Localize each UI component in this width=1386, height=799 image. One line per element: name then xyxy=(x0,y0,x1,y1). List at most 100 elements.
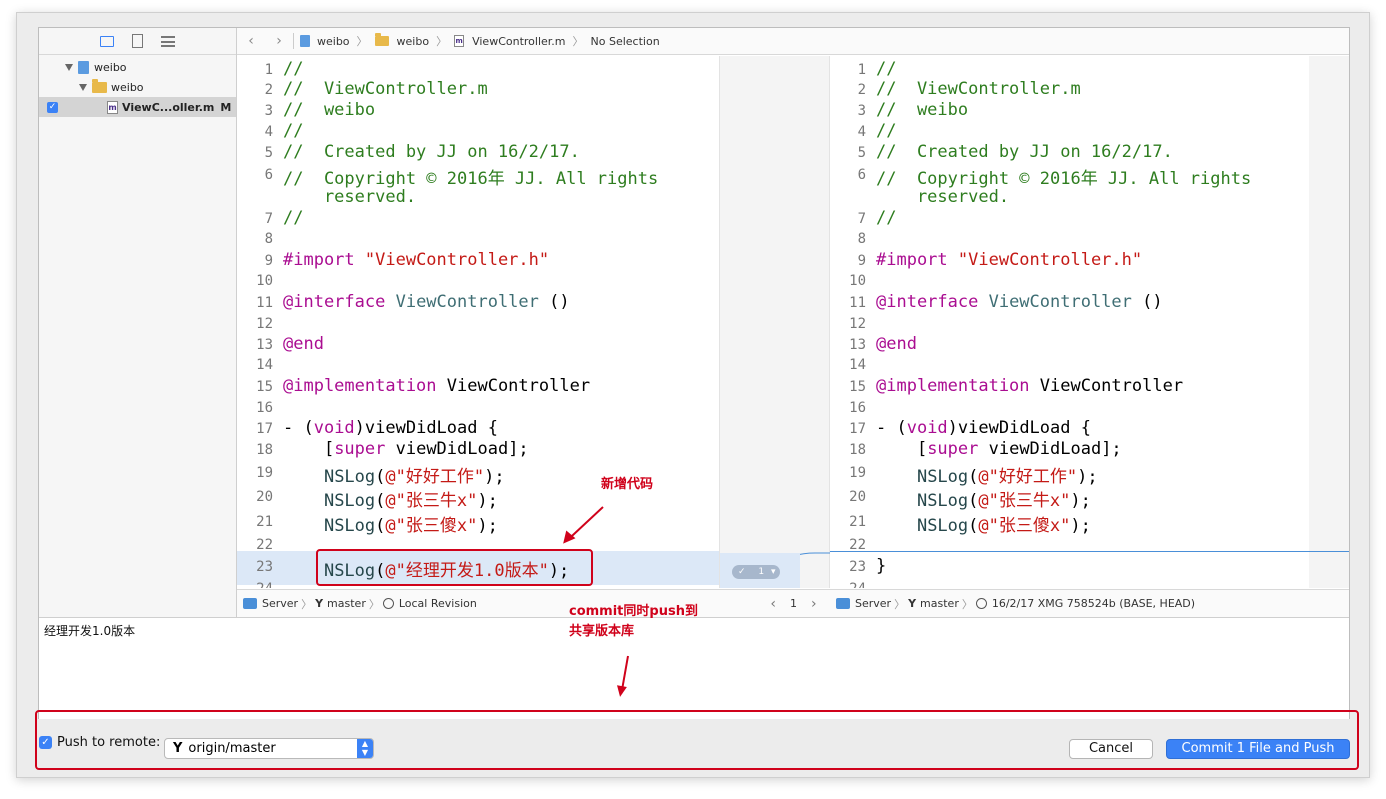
line-number: 15 xyxy=(256,379,273,395)
chevron-right-icon: 〉 xyxy=(572,35,584,48)
file-icon[interactable] xyxy=(132,34,143,48)
line-number: 17 xyxy=(256,421,273,437)
breadcrumb-item[interactable]: ViewController.m xyxy=(472,35,565,48)
line-number: 12 xyxy=(256,316,273,332)
chevron-right-icon: 〉 xyxy=(894,597,906,611)
navigator-toolbar xyxy=(39,28,236,55)
branch-icon: Y xyxy=(908,597,917,610)
server-label[interactable]: Server xyxy=(262,597,298,610)
revision-label[interactable]: 16/2/17 XMG 758524b (BASE, HEAD) xyxy=(992,597,1195,610)
folder-icon[interactable] xyxy=(100,35,114,47)
next-change-icon[interactable]: › xyxy=(811,596,817,612)
line-number: 10 xyxy=(849,273,866,289)
code-line: NSLog(@"张三傻x"); xyxy=(916,516,1091,536)
line-number: 9 xyxy=(264,253,273,269)
line-number: 3 xyxy=(264,103,273,119)
code-line: // xyxy=(876,208,897,228)
base-change-line xyxy=(830,551,1349,552)
project-icon xyxy=(78,60,89,74)
previous-change-icon[interactable]: ‹ xyxy=(770,596,776,612)
tree-item-folder[interactable]: weibo xyxy=(39,77,236,97)
line-number: 18 xyxy=(849,442,866,458)
code-line: NSLog(@"好好工作"); xyxy=(916,467,1098,487)
code-line: NSLog(@"张三傻x"); xyxy=(323,516,498,536)
code-line: // weibo xyxy=(283,100,376,120)
include-checkbox[interactable]: ✓ xyxy=(47,101,58,113)
change-navigator: ‹ 1 › xyxy=(757,589,830,617)
code-line: - (void)viewDidLoad { xyxy=(283,418,498,438)
breadcrumb-item[interactable]: weibo xyxy=(317,35,350,48)
line-number: 18 xyxy=(256,442,273,458)
diff-gutter: ✓ 1 ▾ xyxy=(719,56,831,588)
line-number: 23 xyxy=(256,559,273,575)
line-number: 14 xyxy=(849,357,866,373)
line-number: 10 xyxy=(256,273,273,289)
branch-icon: Y xyxy=(315,597,324,610)
code-line: reserved. xyxy=(283,187,417,207)
line-number: 16 xyxy=(256,400,273,416)
breadcrumb-item[interactable]: No Selection xyxy=(591,35,660,48)
tree-item-label: weibo xyxy=(94,60,127,74)
code-line: @interface ViewController () xyxy=(876,292,1163,312)
line-number: 11 xyxy=(849,295,866,311)
breadcrumb-item[interactable]: weibo xyxy=(397,35,430,48)
jump-bar: ‹ › weibo 〉 weibo 〉 m ViewController.m 〉… xyxy=(237,28,1349,55)
line-number: 15 xyxy=(849,379,866,395)
code-line: // xyxy=(283,59,304,79)
diff-toggle[interactable]: ✓ 1 ▾ xyxy=(732,565,780,579)
file-status-badge: M xyxy=(220,100,232,114)
line-number: 24 xyxy=(830,581,866,588)
line-number: 7 xyxy=(857,211,866,227)
line-number: 1 xyxy=(264,62,273,78)
base-revision-editor[interactable]: 1 // 2 // ViewController.m 3 // weibo 4 // 5 // C… xyxy=(830,56,1309,588)
line-number: 4 xyxy=(857,124,866,140)
code-line: // xyxy=(876,59,897,79)
commit-message-field[interactable]: 经理开发1.0版本 xyxy=(39,617,1349,719)
line-number: 17 xyxy=(849,421,866,437)
folder-icon xyxy=(92,78,107,93)
breadcrumb: weibo 〉 weibo 〉 m ViewController.m 〉 No … xyxy=(300,33,660,49)
code-line: // xyxy=(283,208,304,228)
forward-arrow-icon[interactable]: › xyxy=(265,33,293,49)
line-number: 8 xyxy=(857,231,866,247)
local-revision-editor[interactable]: 1 // 2 // ViewController.m 3 // weibo 4 // 5 // C… xyxy=(237,56,719,588)
line-number: 7 xyxy=(264,211,273,227)
back-arrow-icon[interactable]: ‹ xyxy=(237,33,265,49)
tree-item-file[interactable]: ✓ m ViewC...oller.m M xyxy=(39,97,236,117)
annotation-push-note: 共享版本库 xyxy=(569,624,635,639)
line-number: 6 xyxy=(264,167,273,183)
branch-label[interactable]: master xyxy=(920,597,959,610)
checkmark-icon: ✓ xyxy=(738,567,746,577)
revision-label[interactable]: Local Revision xyxy=(399,597,477,610)
disclosure-triangle-icon[interactable] xyxy=(65,63,73,71)
code-line: NSLog(@"张三牛x"); xyxy=(916,491,1091,511)
line-number: 24 xyxy=(237,581,273,588)
code-line: NSLog(@"张三牛x"); xyxy=(323,491,498,511)
tree-item-project[interactable]: weibo xyxy=(39,57,236,77)
line-number: 5 xyxy=(857,145,866,161)
code-line: @implementation ViewController xyxy=(283,376,591,396)
folder-icon xyxy=(374,33,389,46)
annotation-push-note: commit同时push到 xyxy=(569,604,698,619)
line-number: 22 xyxy=(256,537,273,553)
branch-label[interactable]: master xyxy=(327,597,366,610)
disclosure-triangle-icon[interactable] xyxy=(79,83,87,91)
line-number: 6 xyxy=(857,167,866,183)
diff-count: 1 xyxy=(758,567,765,577)
line-number: 21 xyxy=(256,514,273,530)
code-line: @implementation ViewController xyxy=(876,376,1184,396)
server-label[interactable]: Server xyxy=(855,597,891,610)
code-line: } xyxy=(876,556,887,576)
line-number: 2 xyxy=(264,82,273,98)
code-line: [super viewDidLoad]; xyxy=(876,439,1122,459)
code-line: // ViewController.m xyxy=(876,79,1081,99)
project-icon xyxy=(300,35,310,47)
line-number: 4 xyxy=(264,124,273,140)
line-number: 5 xyxy=(264,145,273,161)
clock-icon xyxy=(975,598,987,609)
list-icon[interactable] xyxy=(161,35,175,47)
line-number: 1 xyxy=(857,62,866,78)
code-line: @end xyxy=(283,334,324,354)
chevron-right-icon: 〉 xyxy=(961,597,973,611)
line-number: 13 xyxy=(256,337,273,353)
